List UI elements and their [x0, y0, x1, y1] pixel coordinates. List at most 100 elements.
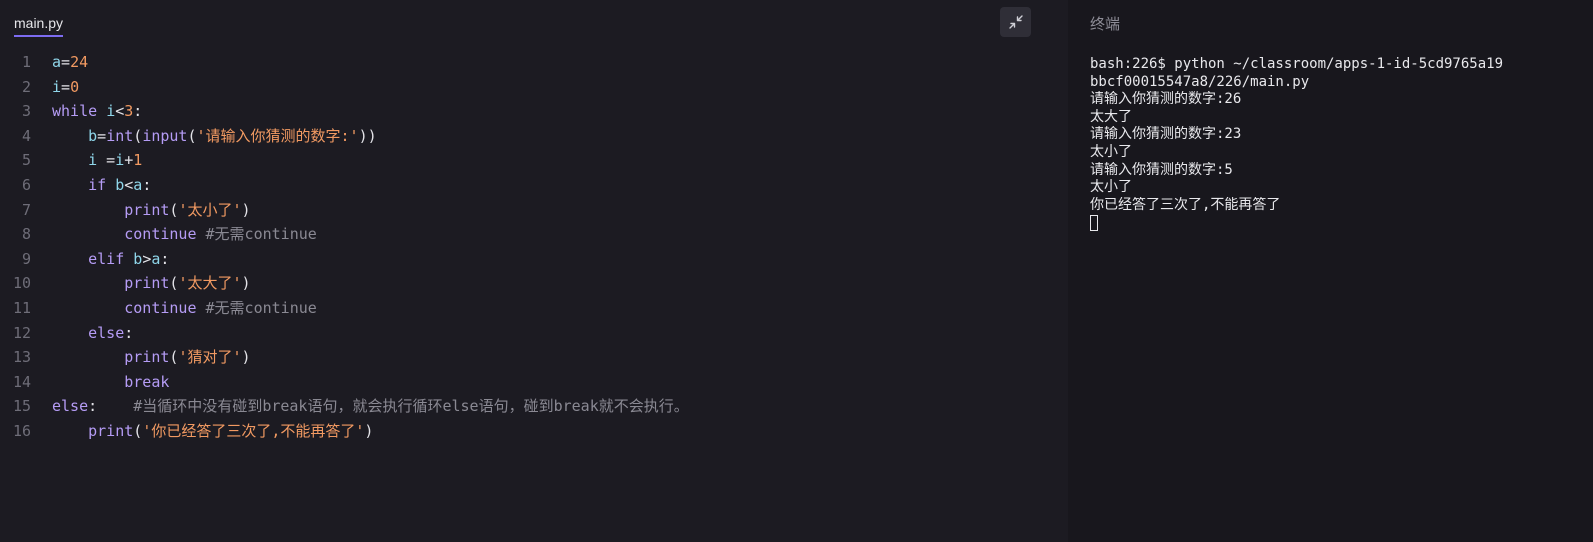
- code-token: '你已经答了三次了,不能再答了': [142, 421, 365, 440]
- terminal-line: 太大了: [1090, 108, 1132, 125]
- code-text: continue #无需continue: [52, 222, 317, 247]
- code-token: =: [61, 77, 71, 96]
- terminal-line: 请输入你猜测的数字:23: [1090, 126, 1242, 143]
- code-line: 4 b=int(input('请输入你猜测的数字:')): [0, 124, 1060, 149]
- tab-main-py[interactable]: main.py: [14, 14, 64, 37]
- code-token: 0: [70, 77, 80, 96]
- code-token: else: [88, 323, 125, 342]
- code-token: continue: [124, 298, 197, 317]
- line-number: 14: [12, 372, 31, 391]
- code-line: 14 break: [0, 370, 1060, 395]
- code-token: 3: [124, 102, 134, 121]
- code-token: ): [241, 274, 251, 293]
- line-number: 1: [21, 53, 31, 71]
- code-token: :: [133, 102, 143, 121]
- code-token: +: [124, 151, 134, 170]
- line-number: 8: [21, 225, 31, 244]
- code-token: elif: [88, 249, 125, 268]
- code-text: else:: [52, 321, 133, 346]
- code-line: 11 continue #无需continue: [0, 296, 1060, 321]
- code-token: ): [241, 200, 251, 219]
- code-text: break: [52, 370, 169, 395]
- terminal-title: 终端: [1090, 16, 1121, 33]
- code-token: =: [61, 53, 71, 71]
- code-token: int: [106, 126, 134, 145]
- code-token: (: [187, 126, 197, 145]
- code-token: (: [133, 421, 143, 440]
- code-token: break: [124, 372, 170, 391]
- terminal-cursor: [1090, 215, 1098, 232]
- code-area[interactable]: 1 a=24 2 i=0 3 while i<3: 4 b=int(input('请输入你猜…: [0, 50, 1060, 444]
- code-text: while i<3:: [52, 99, 142, 124]
- code-text: b=int(input('请输入你猜测的数字:')): [52, 124, 377, 149]
- terminal-line: 你已经答了三次了,不能再答了: [1090, 196, 1281, 213]
- code-token: b: [133, 249, 143, 268]
- code-text: i=0: [52, 75, 79, 100]
- code-token: <: [124, 175, 134, 194]
- terminal-output[interactable]: bash:226$ python ~/classroom/apps-1-id-5…: [1090, 56, 1570, 232]
- code-token: ): [364, 421, 374, 440]
- code-token: #无需continue: [205, 225, 317, 244]
- app-root: main.py 1 a=24 2 i=0 3 while i<3: 4 b=int(inpu…: [0, 0, 1593, 542]
- line-number: 12: [12, 323, 31, 342]
- code-token: )): [358, 126, 377, 145]
- code-line: 16 print('你已经答了三次了,不能再答了'): [0, 419, 1060, 444]
- line-number: 15: [12, 397, 31, 416]
- line-number: 3: [21, 102, 31, 121]
- code-token: a: [133, 175, 143, 194]
- line-number: 2: [21, 77, 31, 96]
- line-number: 5: [21, 151, 31, 170]
- code-token: i: [88, 151, 98, 170]
- code-token: print: [88, 421, 134, 440]
- code-editor-pane[interactable]: main.py 1 a=24 2 i=0 3 while i<3: 4 b=int(inpu…: [0, 0, 1068, 542]
- code-token: i: [106, 102, 116, 121]
- code-line: 13 print('猜对了'): [0, 345, 1060, 370]
- code-token: >: [142, 249, 152, 268]
- code-token: '请输入你猜测的数字:': [196, 126, 359, 145]
- line-number: 9: [21, 249, 31, 268]
- code-token: :: [124, 323, 134, 342]
- terminal-line: 太小了: [1090, 179, 1132, 196]
- code-token: '太小了': [178, 200, 242, 219]
- code-line: 7 print('太小了'): [0, 198, 1060, 223]
- line-number: 10: [12, 274, 31, 293]
- terminal-pane[interactable]: 终端 bash:226$ python ~/classroom/apps-1-i…: [1068, 0, 1593, 542]
- code-token: input: [142, 126, 188, 145]
- code-text: i =i+1: [52, 148, 142, 173]
- code-line: 9 elif b>a:: [0, 247, 1060, 272]
- terminal-line: 太小了: [1090, 143, 1132, 160]
- code-line: 12 else:: [0, 321, 1060, 346]
- code-token: :: [160, 249, 170, 268]
- collapse-button[interactable]: [1000, 7, 1031, 37]
- code-line: 10 print('太大了'): [0, 271, 1060, 296]
- terminal-cursor-line[interactable]: [1090, 214, 1570, 232]
- code-token: i: [52, 77, 62, 96]
- terminal-line: 请输入你猜测的数字:5: [1090, 161, 1233, 178]
- code-text: print('你已经答了三次了,不能再答了'): [52, 419, 373, 444]
- code-token: #无需continue: [205, 298, 317, 317]
- code-token: 24: [70, 53, 89, 71]
- code-line: 3 while i<3:: [0, 99, 1060, 124]
- collapse-arrows-icon: [1008, 15, 1023, 29]
- code-line: 15 else: #当循环中没有碰到break语句，就会执行循环else语句，碰到…: [0, 394, 1060, 419]
- code-token: :: [88, 397, 134, 416]
- line-number: 13: [12, 348, 31, 367]
- code-token: print: [124, 348, 170, 367]
- code-text: if b<a:: [52, 173, 151, 198]
- code-token: i: [115, 151, 125, 170]
- code-line: 2 i=0: [0, 75, 1060, 100]
- code-token: :: [142, 175, 152, 194]
